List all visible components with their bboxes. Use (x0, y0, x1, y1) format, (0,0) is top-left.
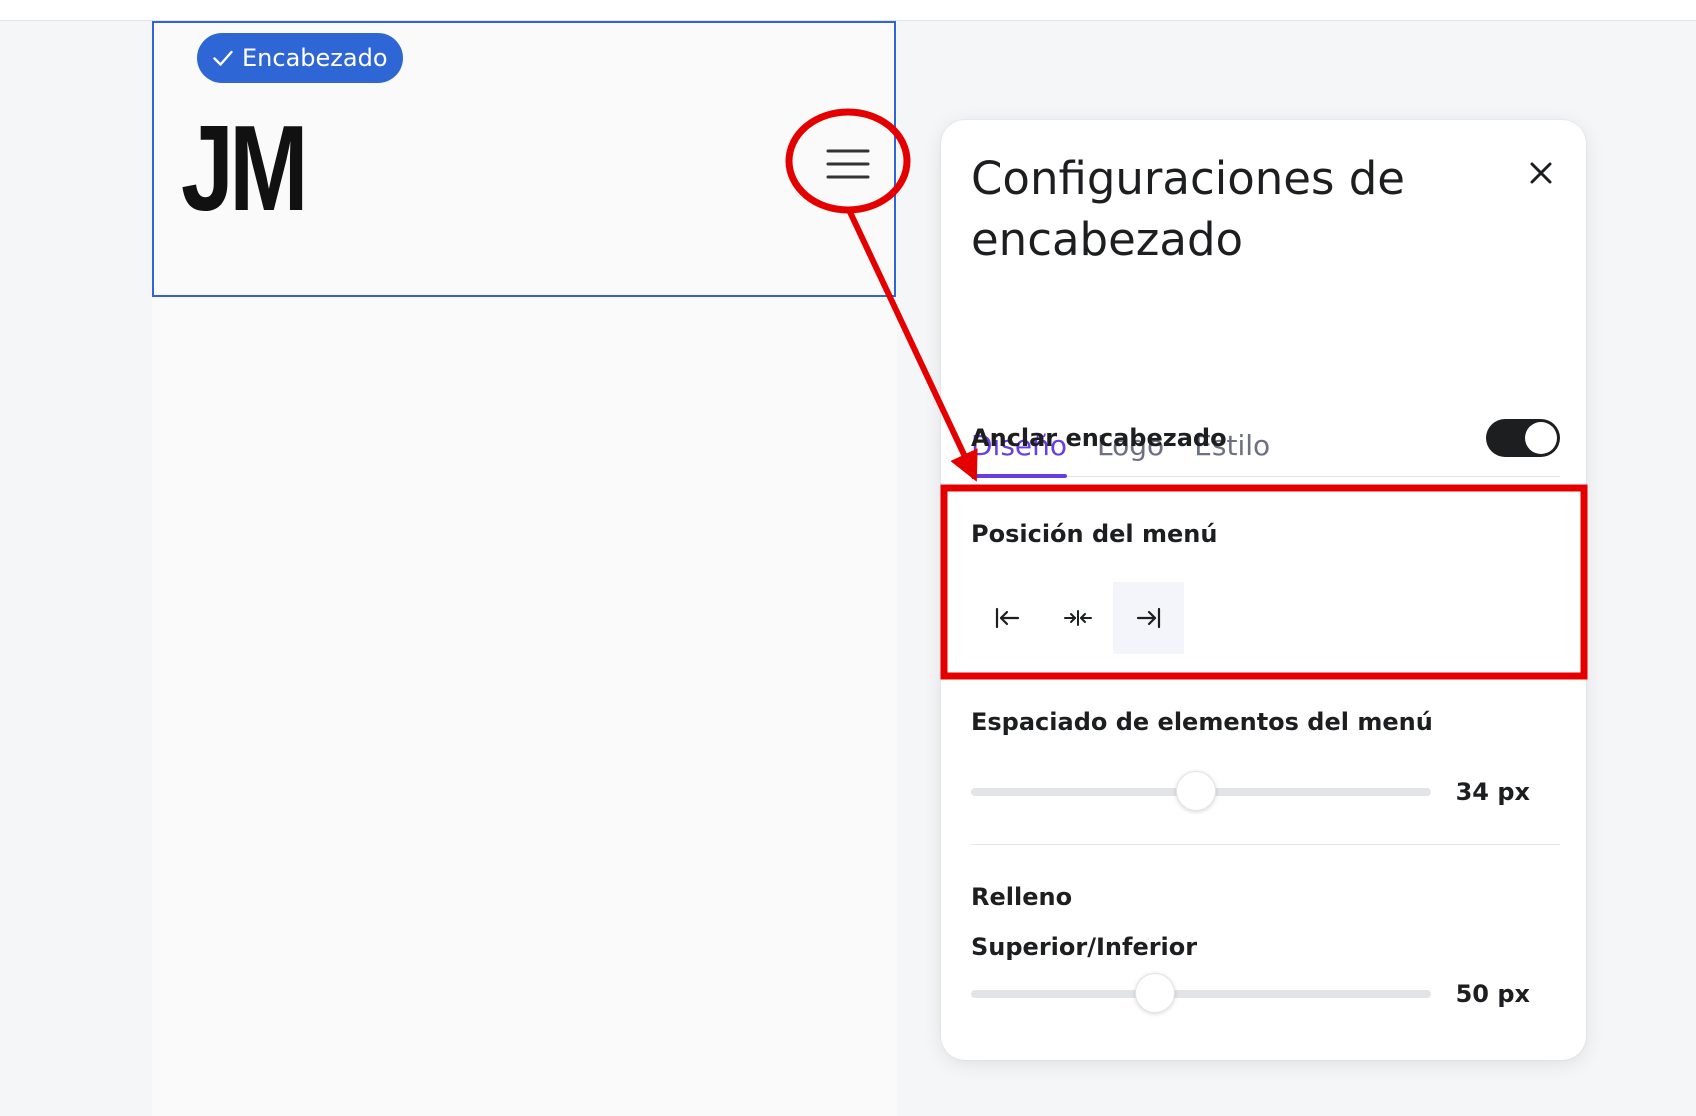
header-settings-panel: Configuraciones de encabezado Diseño Log… (941, 120, 1586, 1060)
menu-position-selector (971, 582, 1184, 654)
panel-title: Configuraciones de encabezado (971, 152, 1405, 266)
menu-position-right-button[interactable] (1113, 582, 1184, 654)
section-divider (971, 844, 1560, 845)
menu-position-left-button[interactable] (971, 582, 1042, 654)
header-section-badge[interactable]: Encabezado (197, 33, 403, 83)
menu-spacing-label: Espaciado de elementos del menú (971, 708, 1433, 736)
padding-slider-thumb[interactable] (1135, 973, 1175, 1013)
toggle-knob (1525, 422, 1557, 454)
header-section-badge-label: Encabezado (242, 44, 388, 72)
site-logo[interactable]: JM (181, 107, 309, 229)
header-section[interactable]: Encabezado JM (152, 21, 896, 297)
padding-value: 50 px (1455, 980, 1530, 1008)
align-right-icon (1136, 607, 1160, 629)
sticky-header-label: Anclar encabezado (971, 424, 1227, 452)
padding-slider[interactable] (971, 973, 1431, 1013)
check-icon (213, 50, 233, 66)
sticky-header-toggle[interactable] (1486, 419, 1560, 457)
hamburger-menu-icon[interactable] (825, 145, 871, 183)
padding-sublabel: Superior/Inferior (971, 933, 1198, 961)
align-center-icon (1063, 610, 1092, 626)
menu-spacing-slider-thumb[interactable] (1176, 771, 1217, 811)
padding-label: Relleno (971, 883, 1073, 911)
menu-spacing-slider[interactable] (971, 771, 1431, 811)
close-icon[interactable] (1523, 155, 1559, 191)
menu-position-label: Posición del menú (971, 520, 1218, 548)
top-bar (0, 0, 1696, 21)
menu-position-center-button[interactable] (1042, 582, 1113, 654)
align-left-icon (995, 607, 1019, 629)
menu-spacing-value: 34 px (1455, 778, 1530, 806)
